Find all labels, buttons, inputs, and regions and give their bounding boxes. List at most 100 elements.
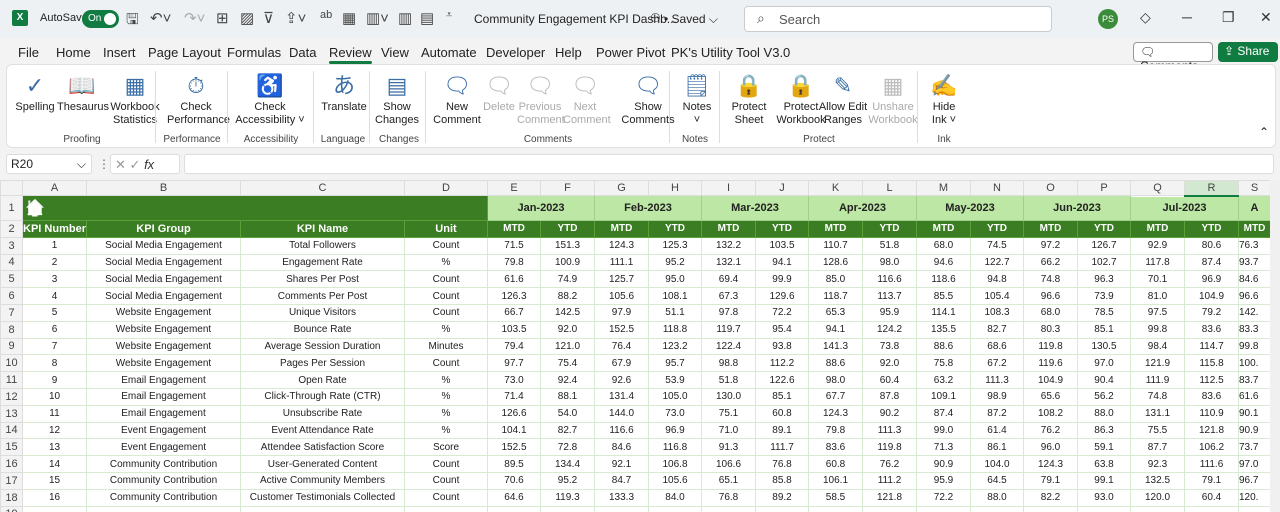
ytd-cell[interactable]: 54.0 <box>540 404 595 423</box>
mtd-cell[interactable]: 83.7 <box>1238 371 1270 389</box>
ytd-cell[interactable]: 115.8 <box>1184 354 1239 373</box>
ytd-cell[interactable]: 79.2 <box>1184 303 1239 322</box>
mtd-cell[interactable]: 73.0 <box>487 371 541 389</box>
ytd-cell[interactable]: 60.4 <box>862 371 917 389</box>
calculator-icon[interactable]: ▥˅ <box>366 9 389 27</box>
kpi-group-cell[interactable]: Event Engagement <box>86 438 241 457</box>
mtd-cell[interactable]: 90.9 <box>916 455 971 473</box>
ribbon-button-check-performance[interactable]: ⏱ Check Performance <box>167 71 230 127</box>
kpi-name-cell[interactable]: Total Followers <box>240 236 405 255</box>
ribbon-button-show-comments[interactable]: 🗨 Show Comments <box>621 71 675 127</box>
mtd-cell[interactable]: 99.8 <box>1238 337 1270 356</box>
mtd-cell[interactable]: 116.6 <box>594 421 649 440</box>
ytd-cell[interactable]: 82.7 <box>970 320 1024 339</box>
tab-pk-utility[interactable]: PK's Utility Tool V3.0 <box>671 45 790 60</box>
ytd-cell[interactable]: 73.9 <box>1077 287 1131 305</box>
row-header[interactable]: 8 <box>0 320 23 339</box>
empty-cell[interactable] <box>1184 505 1239 512</box>
ytd-cell[interactable]: 116.6 <box>862 270 917 289</box>
ytd-cell[interactable]: 105.0 <box>648 387 702 406</box>
more-icon[interactable]: ⋮ <box>98 157 110 171</box>
row-header[interactable]: 19 <box>0 505 23 512</box>
row-header[interactable]: 15 <box>0 438 23 457</box>
column-header-E[interactable]: E <box>487 180 541 196</box>
empty-cell[interactable] <box>701 505 756 512</box>
ytd-cell[interactable]: 82.7 <box>540 421 595 440</box>
ytd-cell[interactable]: 111.2 <box>862 471 917 490</box>
ytd-cell[interactable]: 68.6 <box>970 337 1024 356</box>
unit-cell[interactable]: Count <box>404 287 488 305</box>
ribbon-button-hide-ink[interactable]: ✍ Hide Ink ˅ <box>927 71 961 127</box>
mtd-cell[interactable]: 87.7 <box>1130 438 1185 457</box>
share-icon[interactable]: ⇪˅ <box>285 9 306 27</box>
row-header[interactable]: 16 <box>0 455 23 473</box>
column-header-K[interactable]: K <box>808 180 863 196</box>
vertical-scrollbar[interactable] <box>1270 180 1280 512</box>
document-title[interactable]: Community Engagement KPI Dashb... <box>474 12 677 26</box>
calculate-icon[interactable]: ▥ <box>398 9 412 27</box>
kpi-name-cell[interactable]: Unsubscribe Rate <box>240 404 405 423</box>
ytd-cell[interactable]: 112.2 <box>755 354 809 373</box>
kpi-group-cell[interactable]: Social Media Engagement <box>86 236 241 255</box>
ytd-cell[interactable]: 94.1 <box>755 253 809 272</box>
ytd-cell[interactable]: 116.8 <box>648 438 702 457</box>
kpi-name-cell[interactable]: Unique Visitors <box>240 303 405 322</box>
kpi-number-cell[interactable]: 5 <box>22 303 87 322</box>
kpi-number-cell[interactable]: 13 <box>22 438 87 457</box>
ytd-cell[interactable]: 126.7 <box>1077 236 1131 255</box>
ytd-cell[interactable]: 104.0 <box>970 455 1024 473</box>
mtd-cell[interactable]: 124.3 <box>1023 455 1078 473</box>
ytd-cell[interactable]: 99.1 <box>1077 471 1131 490</box>
column-header-H[interactable]: H <box>648 180 702 196</box>
tab-view[interactable]: View <box>381 45 409 60</box>
tab-formulas[interactable]: Formulas <box>227 45 281 60</box>
unit-cell[interactable]: % <box>404 320 488 339</box>
ytd-cell[interactable]: 110.9 <box>1184 404 1239 423</box>
tab-data[interactable]: Data <box>289 45 316 60</box>
ytd-cell[interactable]: 51.8 <box>862 236 917 255</box>
ytd-cell[interactable]: 125.3 <box>648 236 702 255</box>
redo-icon[interactable]: ↷˅ <box>184 9 205 27</box>
mtd-cell[interactable]: 61.6 <box>487 270 541 289</box>
mtd-cell[interactable]: 66.7 <box>487 303 541 322</box>
ytd-cell[interactable]: 100.9 <box>540 253 595 272</box>
empty-cell[interactable] <box>1023 505 1078 512</box>
mtd-cell[interactable]: 71.3 <box>916 438 971 457</box>
mtd-cell[interactable]: 110.7 <box>808 236 863 255</box>
column-header-P[interactable]: P <box>1077 180 1131 196</box>
picture-icon[interactable]: ▨ <box>240 9 254 27</box>
mtd-cell[interactable]: 106.1 <box>808 471 863 490</box>
mtd-cell[interactable]: 76.3 <box>1238 236 1270 255</box>
mtd-cell[interactable]: 98.8 <box>701 354 756 373</box>
mtd-cell[interactable]: 66.2 <box>1023 253 1078 272</box>
empty-cell[interactable] <box>594 505 649 512</box>
kpi-group-cell[interactable]: Email Engagement <box>86 404 241 423</box>
ytd-cell[interactable]: 124.2 <box>862 320 917 339</box>
mtd-cell[interactable]: 64.6 <box>487 488 541 507</box>
ytd-cell[interactable]: 79.1 <box>1184 471 1239 490</box>
ribbon-button-protect-sheet[interactable]: 🔒 Protect Sheet <box>727 71 771 127</box>
mtd-cell[interactable]: 75.5 <box>1130 421 1185 440</box>
mtd-cell[interactable]: 58.5 <box>808 488 863 507</box>
ribbon-button-spelling[interactable]: ✓ Spelling <box>15 71 55 114</box>
row-header[interactable]: 9 <box>0 337 23 356</box>
mtd-cell[interactable]: 111.1 <box>594 253 649 272</box>
mtd-cell[interactable]: 126.6 <box>487 404 541 423</box>
mtd-cell[interactable]: 90.9 <box>1238 421 1270 440</box>
kpi-number-cell[interactable]: 16 <box>22 488 87 507</box>
saved-status[interactable]: • Saved ⌵ <box>664 12 718 27</box>
empty-cell[interactable] <box>86 505 241 512</box>
ytd-cell[interactable]: 99.9 <box>755 270 809 289</box>
row-header[interactable]: 2 <box>0 220 23 238</box>
row-header[interactable]: 5 <box>0 270 23 289</box>
tab-power-pivot[interactable]: Power Pivot <box>596 45 665 60</box>
ytd-cell[interactable]: 111.3 <box>970 371 1024 389</box>
unit-cell[interactable]: % <box>404 371 488 389</box>
kpi-name-cell[interactable]: Pages Per Session <box>240 354 405 373</box>
kpi-number-cell[interactable]: 12 <box>22 421 87 440</box>
diamond-icon[interactable]: ◇ <box>1140 9 1151 26</box>
mtd-cell[interactable]: 79.8 <box>487 253 541 272</box>
ytd-cell[interactable]: 87.2 <box>970 404 1024 423</box>
name-box[interactable]: R20 ⌵ <box>6 154 92 174</box>
enter-icon[interactable]: ✓ <box>130 157 141 172</box>
